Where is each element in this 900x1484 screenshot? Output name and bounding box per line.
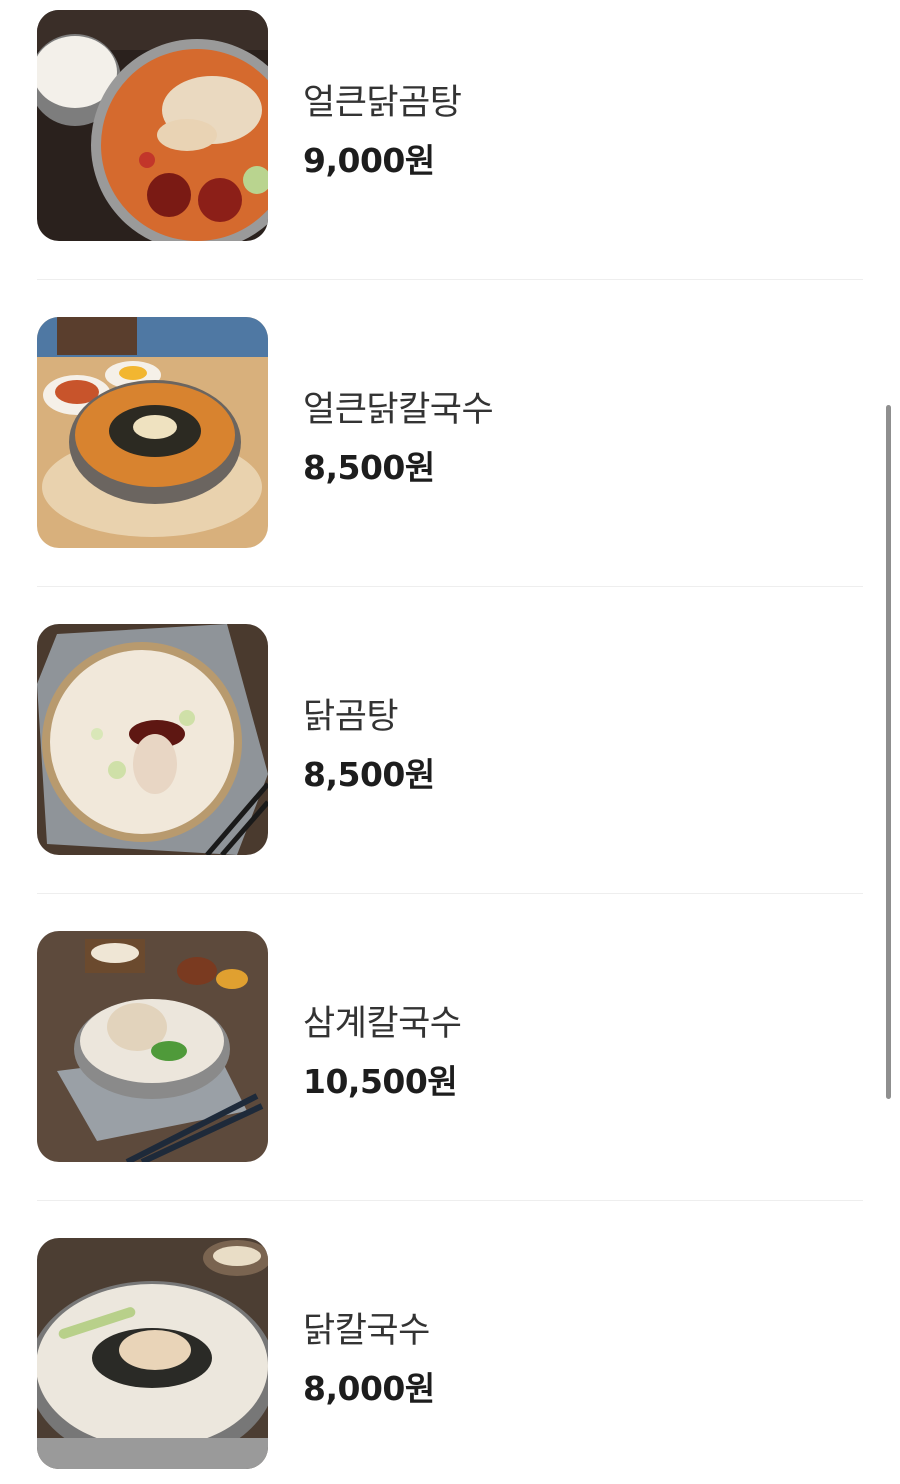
scrollbar[interactable] (886, 405, 891, 1099)
menu-item[interactable]: 얼큰닭칼국수 8,500원 (37, 317, 863, 548)
menu-item-name: 삼계칼국수 (303, 1004, 462, 1044)
menu-item[interactable]: 삼계칼국수 10,500원 (37, 931, 863, 1162)
menu-item-price: 10,500원 (303, 1062, 458, 1101)
divider (37, 279, 863, 280)
menu-item-price: 8,500원 (303, 448, 435, 487)
chicken-soup-photo (37, 624, 268, 855)
spicy-chicken-soup-photo (37, 10, 268, 241)
menu-item-price: 8,000원 (303, 1369, 435, 1408)
menu-item[interactable]: 얼큰닭곰탕 9,000원 (37, 10, 863, 241)
spicy-chicken-noodle-photo (37, 317, 268, 548)
menu-item-name: 닭곰탕 (303, 697, 399, 737)
menu-item-price: 9,000원 (303, 141, 435, 180)
chicken-noodle-photo (37, 1238, 268, 1469)
menu-item-name: 얼큰닭곰탕 (303, 83, 462, 123)
menu-item-price: 8,500원 (303, 755, 435, 794)
samgye-noodle-photo (37, 931, 268, 1162)
menu-item-name: 닭칼국수 (303, 1311, 430, 1351)
divider (37, 586, 863, 587)
menu-item-name: 얼큰닭칼국수 (303, 390, 494, 430)
divider (37, 893, 863, 894)
divider (37, 1200, 863, 1201)
menu-item[interactable]: 닭칼국수 8,000원 (37, 1238, 863, 1469)
menu-item[interactable]: 닭곰탕 8,500원 (37, 624, 863, 855)
